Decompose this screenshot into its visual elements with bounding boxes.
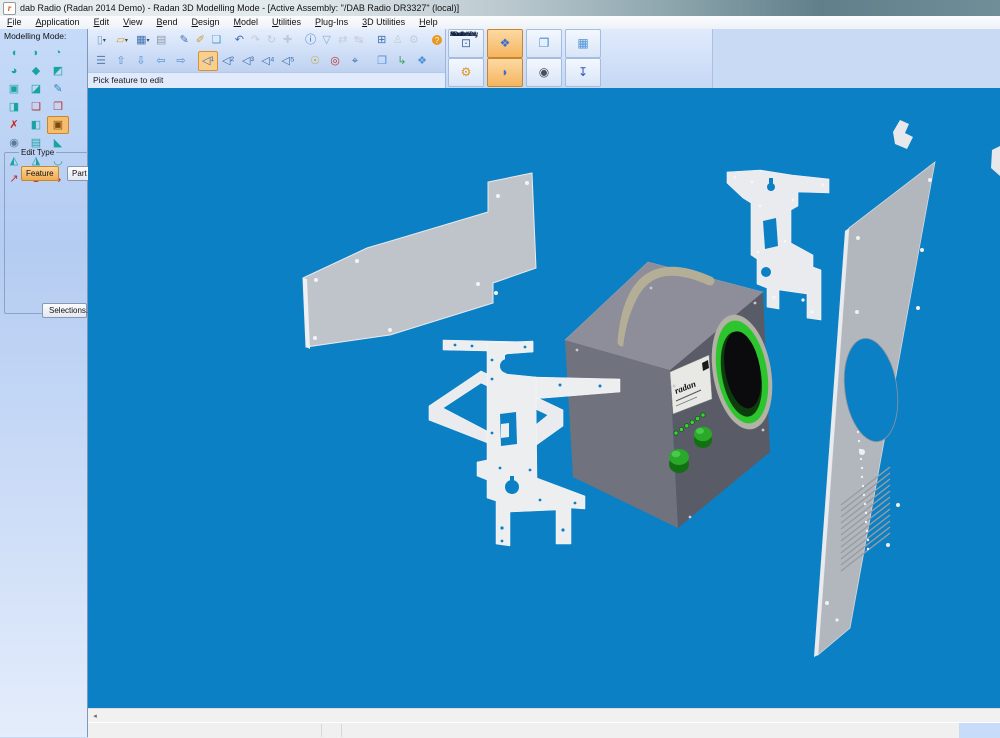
- globe-icon[interactable]: ❖: [412, 51, 432, 71]
- view-2-button[interactable]: ◁²: [218, 51, 238, 71]
- mode-3d-button[interactable]: ❖3D: [487, 29, 523, 58]
- modelling-tool-9-icon[interactable]: ✎: [47, 80, 69, 98]
- mode-nest-button[interactable]: ▦Nest: [565, 29, 601, 58]
- feature-button[interactable]: Feature: [21, 166, 59, 181]
- menu-utilities[interactable]: Utilities: [265, 16, 308, 28]
- edit-feature-icon[interactable]: ▣: [47, 116, 69, 134]
- spacing-icon[interactable]: ↹: [351, 30, 367, 50]
- statusbar: [88, 722, 1000, 738]
- status-right-cell: [959, 723, 1000, 738]
- target-icon[interactable]: ◎: [325, 51, 345, 71]
- sheet-copy-icon[interactable]: ❏: [208, 30, 224, 50]
- tools-icon[interactable]: ⚙: [406, 30, 422, 50]
- mode-assembly-button[interactable]: ⚙Assembly: [448, 58, 484, 87]
- modelling-tool-12-icon[interactable]: ❐: [47, 98, 69, 116]
- menubar: FileApplicationEditViewBendDesignModelUt…: [0, 16, 1000, 30]
- volume-knob: [694, 427, 712, 448]
- toolbar-row-2: ☰⇧⇩⇦⇨ ◁¹◁²◁³◁⁴◁⁵ ☉◎⌖ ❐↳❖: [88, 51, 445, 71]
- modelling-tool-5-icon[interactable]: ◆: [25, 62, 47, 80]
- window-icon[interactable]: ⊞: [374, 30, 390, 50]
- help-icon[interactable]: ?: [429, 30, 445, 50]
- repeat-icon[interactable]: ↻: [263, 30, 279, 50]
- main-toolbar: ▯▱▦▤ ✎✐❏ ↶↷↻✚ ⓘ▽⇄↹ ⊞♙⚙? ☰⇧⇩⇦⇨ ◁¹◁²◁³◁⁴◁⁵ ☉◎⌖ ❐↳…: [88, 29, 445, 73]
- user-icon[interactable]: ♙: [390, 30, 406, 50]
- save-icon[interactable]: ▦: [132, 30, 153, 50]
- modelling-mode-label: Modelling Mode:: [4, 31, 66, 41]
- mode-modelling-button[interactable]: ◗Modelling: [487, 58, 523, 87]
- horizontal-scrollbar[interactable]: ◂: [88, 708, 1000, 723]
- modelling-tool-6-icon[interactable]: ◩: [47, 62, 69, 80]
- titlebar: r dab Radio (Radan 2014 Demo) - Radan 3D…: [0, 0, 1000, 17]
- modelling-tool-8-icon[interactable]: ◪: [25, 80, 47, 98]
- arrow-left-icon[interactable]: ⇦: [151, 51, 171, 71]
- tuner-knob: [669, 449, 689, 473]
- modelling-tool-14-icon[interactable]: ◧: [25, 116, 47, 134]
- window-title: dab Radio (Radan 2014 Demo) - Radan 3D M…: [20, 3, 459, 13]
- scroll-left-arrow-icon[interactable]: ◂: [88, 710, 102, 723]
- modelling-tool-2-icon[interactable]: ◗: [25, 44, 47, 62]
- modelling-tool-11-icon[interactable]: ❏: [25, 98, 47, 116]
- draw-pencil-icon[interactable]: ✎: [176, 30, 192, 50]
- link-icon[interactable]: ⇄: [335, 30, 351, 50]
- modelling-tool-4-icon[interactable]: ◕: [3, 62, 25, 80]
- menu-view[interactable]: View: [116, 16, 149, 28]
- mode-row-2: ⚙Assembly◗Modelling◉Scene↧Radbend: [446, 58, 713, 87]
- prompt-bar: Pick feature to edit: [88, 72, 450, 89]
- toolbar-row-1: ▯▱▦▤ ✎✐❏ ↶↷↻✚ ⓘ▽⇄↹ ⊞♙⚙?: [88, 29, 445, 51]
- mode-part-button[interactable]: ❐Part: [526, 29, 562, 58]
- filter-icon[interactable]: ▽: [319, 30, 335, 50]
- mode-scene-button[interactable]: ◉Scene: [526, 58, 562, 87]
- menu-plug-ins[interactable]: Plug-Ins: [308, 16, 355, 28]
- view-3-button[interactable]: ◁³: [238, 51, 258, 71]
- redo-icon[interactable]: ↷: [247, 30, 263, 50]
- new-document-icon[interactable]: ▯: [91, 30, 112, 50]
- export-document-icon[interactable]: ↳: [392, 51, 412, 71]
- shaded-view-icon[interactable]: ☉: [305, 51, 325, 71]
- arrow-down-icon[interactable]: ⇩: [131, 51, 151, 71]
- menu-3d-utilities[interactable]: 3D Utilities: [355, 16, 412, 28]
- arrow-right-icon[interactable]: ⇨: [171, 51, 191, 71]
- menu-help[interactable]: Help: [412, 16, 445, 28]
- sketch-pen-icon[interactable]: ✐: [192, 30, 208, 50]
- open-folder-icon[interactable]: ▱: [112, 30, 133, 50]
- menu-bend[interactable]: Bend: [149, 16, 184, 28]
- modelling-tool-1-icon[interactable]: ◖: [3, 44, 25, 62]
- menu-file[interactable]: File: [0, 16, 29, 28]
- status-divider: [321, 724, 322, 737]
- menu-edit[interactable]: Edit: [87, 16, 117, 28]
- 3d-viewport[interactable]: radan: [88, 88, 1000, 708]
- view-4-button[interactable]: ◁⁴: [258, 51, 278, 71]
- mode-radbend-button[interactable]: ↧Radbend: [565, 58, 601, 87]
- menu-model[interactable]: Model: [227, 16, 266, 28]
- pan-icon[interactable]: ⌖: [345, 51, 365, 71]
- move-icon[interactable]: ✚: [280, 30, 296, 50]
- edit-type-label: Edit Type: [19, 148, 56, 157]
- view-1-button[interactable]: ◁¹: [198, 51, 218, 71]
- mode-row-1: ⊡2D CAD❖3D❐Part▦Nest: [446, 29, 713, 58]
- arrow-up-icon[interactable]: ⇧: [111, 51, 131, 71]
- mode-switch-panel: ⊡2D CAD❖3D❐Part▦Nest ⚙Assembly◗Modelling…: [445, 29, 713, 89]
- feature-list-icon[interactable]: ☰: [91, 51, 111, 71]
- menu-design[interactable]: Design: [185, 16, 227, 28]
- print-icon[interactable]: ▤: [153, 30, 169, 50]
- selections-button[interactable]: Selections...: [42, 303, 87, 318]
- undo-icon[interactable]: ↶: [231, 30, 247, 50]
- info-icon[interactable]: ⓘ: [303, 30, 319, 50]
- modelling-tool-3-icon[interactable]: ◔: [47, 44, 69, 62]
- copy-view-icon[interactable]: ❐: [372, 51, 392, 71]
- menu-application[interactable]: Application: [29, 16, 87, 28]
- modelling-mode-panel: Modelling Mode: ◖◗◔◕◆◩▣◪✎◨❏❐✗◧▣◉▤◣◭◮◡↗↥↳…: [0, 29, 88, 737]
- app-icon: r: [3, 2, 16, 15]
- toolbar-filler: [712, 29, 1000, 89]
- modelling-tool-7-icon[interactable]: ▣: [3, 80, 25, 98]
- modelling-tool-10-icon[interactable]: ◨: [3, 98, 25, 116]
- delete-feature-icon[interactable]: ✗: [3, 116, 25, 134]
- status-divider: [341, 724, 342, 737]
- view-5-button[interactable]: ◁⁵: [278, 51, 298, 71]
